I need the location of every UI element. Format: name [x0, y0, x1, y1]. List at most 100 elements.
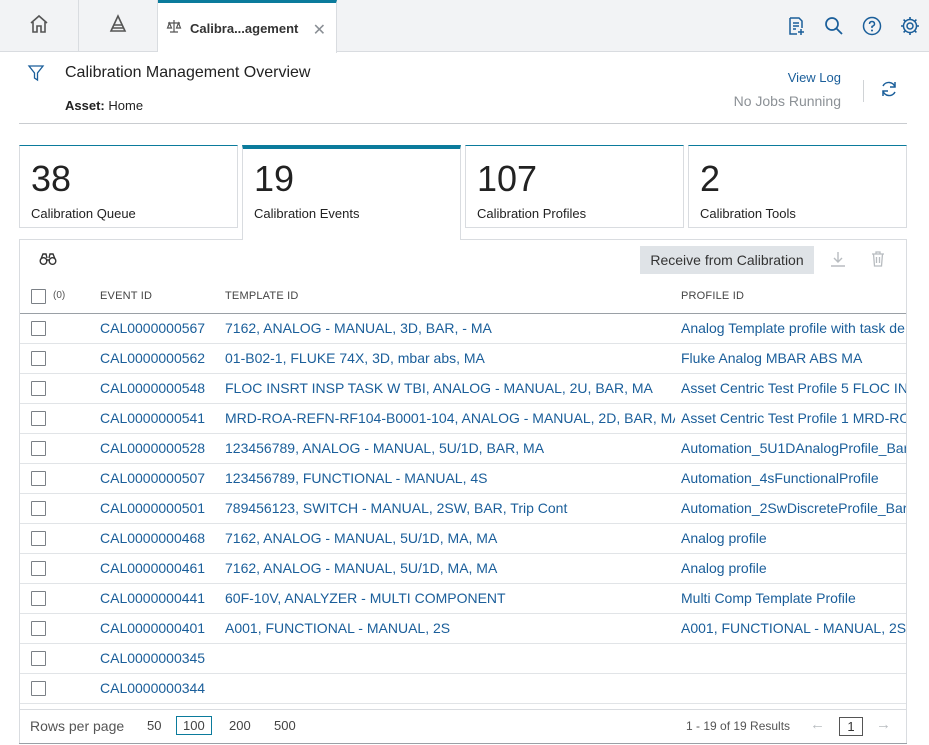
hierarchy-icon — [107, 13, 129, 40]
row-checkbox[interactable] — [31, 621, 46, 636]
next-page-icon[interactable]: → — [876, 716, 891, 733]
event-id-link[interactable]: CAL0000000501 — [100, 500, 220, 516]
divider — [863, 80, 864, 102]
tab-calibration-management[interactable]: Calibra...agement ✕ — [158, 0, 337, 53]
table-row[interactable]: CAL0000000507 123456789, FUNCTIONAL - MAN… — [20, 464, 906, 494]
card-count: 2 — [700, 158, 721, 199]
profile-id-link[interactable]: Asset Centric Test Profile 5 FLOC INS — [681, 380, 906, 396]
column-header-template-id[interactable]: TEMPLATE ID — [225, 290, 299, 302]
rows-option-50[interactable]: 50 — [147, 718, 161, 733]
row-checkbox[interactable] — [31, 351, 46, 366]
hierarchy-tab[interactable] — [79, 0, 158, 52]
table-row[interactable]: CAL0000000441 60F-10V, ANALYZER - MULTI C… — [20, 584, 906, 614]
panel-border — [460, 239, 907, 240]
row-checkbox[interactable] — [31, 411, 46, 426]
template-id-link[interactable]: FLOC INSRT INSP TASK W TBI, ANALOG - MAN… — [225, 380, 675, 396]
profile-id-link[interactable]: Automation_5U1DAnalogProfile_Bar — [681, 440, 906, 456]
row-checkbox[interactable] — [31, 681, 46, 696]
row-checkbox[interactable] — [31, 381, 46, 396]
profile-id-link[interactable]: Analog profile — [681, 530, 906, 546]
close-tab-icon[interactable]: ✕ — [313, 20, 326, 40]
row-checkbox[interactable] — [31, 531, 46, 546]
new-document-icon[interactable] — [777, 15, 815, 37]
table-row[interactable]: CAL0000000344 — [20, 674, 906, 704]
card-calibration-tools[interactable]: 2 Calibration Tools — [688, 145, 907, 228]
rows-option-100[interactable]: 100 — [176, 716, 212, 735]
template-id-link[interactable]: 789456123, SWITCH - MANUAL, 2SW, BAR, Tr… — [225, 500, 675, 516]
row-checkbox[interactable] — [31, 441, 46, 456]
column-header-profile-id[interactable]: PROFILE ID — [681, 290, 744, 302]
event-id-link[interactable]: CAL0000000461 — [100, 560, 220, 576]
template-id-link[interactable]: 7162, ANALOG - MANUAL, 3D, BAR, - MA — [225, 320, 675, 336]
table-row[interactable]: CAL0000000468 7162, ANALOG - MANUAL, 5U/1… — [20, 524, 906, 554]
template-id-link[interactable]: 01-B02-1, FLUKE 74X, 3D, mbar abs, MA — [225, 350, 675, 366]
table-row[interactable]: CAL0000000528 123456789, ANALOG - MANUAL,… — [20, 434, 906, 464]
download-icon[interactable] — [829, 250, 847, 273]
profile-id-link[interactable]: A001, FUNCTIONAL - MANUAL, 2S ~ — [681, 620, 906, 636]
template-id-link[interactable]: 7162, ANALOG - MANUAL, 5U/1D, MA, MA — [225, 560, 675, 576]
binoculars-icon[interactable] — [39, 251, 57, 272]
row-checkbox[interactable] — [31, 561, 46, 576]
row-checkbox[interactable] — [31, 651, 46, 666]
profile-id-link[interactable]: Analog Template profile with task de — [681, 320, 906, 336]
page-number-input[interactable]: 1 — [839, 717, 863, 736]
table-row[interactable]: CAL0000000562 01-B02-1, FLUKE 74X, 3D, mb… — [20, 344, 906, 374]
template-id-link[interactable]: 123456789, ANALOG - MANUAL, 5U/1D, BAR, … — [225, 440, 675, 456]
filter-icon[interactable] — [27, 64, 45, 87]
page-title: Calibration Management Overview — [65, 64, 311, 81]
event-id-link[interactable]: CAL0000000548 — [100, 380, 220, 396]
table-row[interactable]: CAL0000000541 MRD-ROA-REFN-RF104-B0001-10… — [20, 404, 906, 434]
profile-id-link[interactable]: Automation_2SwDiscreteProfile_Bar — [681, 500, 906, 516]
row-checkbox[interactable] — [31, 591, 46, 606]
row-checkbox[interactable] — [31, 471, 46, 486]
table-row[interactable]: CAL0000000461 7162, ANALOG - MANUAL, 5U/1… — [20, 554, 906, 584]
card-label: Calibration Profiles — [477, 206, 587, 221]
template-id-link[interactable]: 7162, ANALOG - MANUAL, 5U/1D, MA, MA — [225, 530, 675, 546]
event-id-link[interactable]: CAL0000000345 — [100, 650, 220, 666]
template-id-link[interactable]: A001, FUNCTIONAL - MANUAL, 2S — [225, 620, 675, 636]
rows-option-200[interactable]: 200 — [229, 718, 251, 733]
event-id-link[interactable]: CAL0000000468 — [100, 530, 220, 546]
bottom-border — [19, 743, 907, 744]
trash-icon[interactable] — [869, 250, 887, 273]
profile-id-link[interactable]: Analog profile — [681, 560, 906, 576]
table-row[interactable]: CAL0000000401 A001, FUNCTIONAL - MANUAL, … — [20, 614, 906, 644]
template-id-link[interactable]: MRD-ROA-REFN-RF104-B0001-104, ANALOG - M… — [225, 410, 675, 426]
row-checkbox[interactable] — [31, 501, 46, 516]
profile-id-link[interactable]: Asset Centric Test Profile 1 MRD-RO — [681, 410, 906, 426]
previous-page-icon[interactable]: ← — [810, 716, 825, 733]
event-id-link[interactable]: CAL0000000401 — [100, 620, 220, 636]
refresh-icon[interactable] — [879, 79, 899, 104]
profile-id-link[interactable]: Multi Comp Template Profile — [681, 590, 906, 606]
profile-id-link[interactable]: Fluke Analog MBAR ABS MA — [681, 350, 906, 366]
search-icon[interactable] — [815, 15, 853, 37]
view-log-link[interactable]: View Log — [788, 70, 841, 85]
card-calibration-queue[interactable]: 38 Calibration Queue — [19, 145, 238, 228]
template-id-link[interactable]: 60F-10V, ANALYZER - MULTI COMPONENT — [225, 590, 675, 606]
profile-id-link[interactable]: Automation_4sFunctionalProfile — [681, 470, 906, 486]
gear-icon[interactable] — [891, 15, 929, 37]
home-tab[interactable] — [0, 0, 79, 52]
select-all-checkbox[interactable] — [31, 289, 46, 304]
table-row[interactable]: CAL0000000567 7162, ANALOG - MANUAL, 3D, … — [20, 314, 906, 344]
column-header-event-id[interactable]: EVENT ID — [100, 290, 152, 302]
table-row[interactable]: CAL0000000345 — [20, 644, 906, 674]
help-icon[interactable] — [853, 15, 891, 37]
template-id-link[interactable]: 123456789, FUNCTIONAL - MANUAL, 4S — [225, 470, 675, 486]
rows-option-500[interactable]: 500 — [274, 718, 296, 733]
event-id-link[interactable]: CAL0000000567 — [100, 320, 220, 336]
row-checkbox[interactable] — [31, 321, 46, 336]
tab-label: Calibra...agement — [190, 20, 299, 36]
table-row[interactable]: CAL0000000548 FLOC INSRT INSP TASK W TBI,… — [20, 374, 906, 404]
event-id-link[interactable]: CAL0000000562 — [100, 350, 220, 366]
card-calibration-events[interactable]: 19 Calibration Events — [242, 145, 461, 240]
event-id-link[interactable]: CAL0000000507 — [100, 470, 220, 486]
receive-from-calibration-button[interactable]: Receive from Calibration — [640, 246, 814, 274]
event-id-link[interactable]: CAL0000000541 — [100, 410, 220, 426]
jobs-status: No Jobs Running — [733, 93, 841, 109]
card-calibration-profiles[interactable]: 107 Calibration Profiles — [465, 145, 684, 228]
table-row[interactable]: CAL0000000501 789456123, SWITCH - MANUAL,… — [20, 494, 906, 524]
event-id-link[interactable]: CAL0000000441 — [100, 590, 220, 606]
event-id-link[interactable]: CAL0000000528 — [100, 440, 220, 456]
event-id-link[interactable]: CAL0000000344 — [100, 680, 220, 696]
